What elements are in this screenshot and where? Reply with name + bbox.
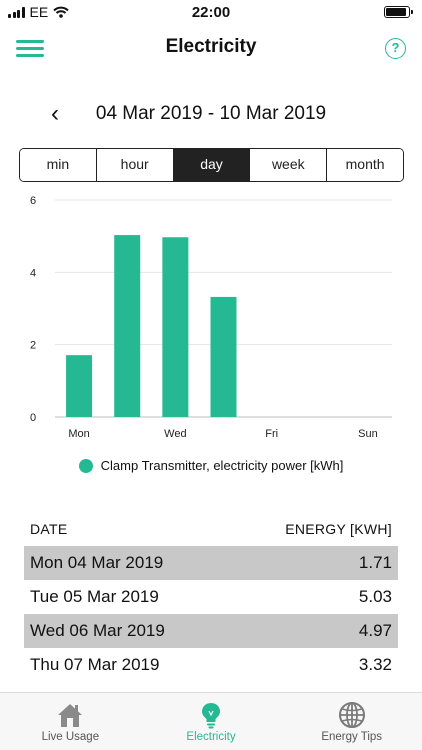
table-row[interactable]: Wed 06 Mar 2019 4.97	[24, 614, 398, 648]
y-tick-label: 0	[30, 412, 36, 424]
y-tick-label: 4	[30, 267, 36, 279]
y-tick-label: 2	[30, 340, 36, 352]
column-header-date: DATE	[30, 521, 68, 537]
date-navigation: ‹ 04 Mar 2019 - 10 Mar 2019	[0, 100, 422, 130]
help-icon[interactable]: ?	[385, 38, 406, 59]
row-energy: 5.03	[358, 587, 392, 606]
battery-icon	[384, 6, 413, 18]
battery-fill	[386, 8, 406, 16]
x-tick-label: Sun	[358, 428, 378, 440]
row-energy: 3.32	[358, 655, 392, 674]
energy-table: DATE ENERGY [KWH] Mon 04 Mar 2019 1.71 T…	[24, 512, 398, 682]
row-date: Tue 05 Mar 2019	[30, 587, 159, 606]
row-date: Thu 07 Mar 2019	[30, 655, 160, 674]
lightbulb-icon	[202, 703, 220, 729]
table-header: DATE ENERGY [KWH]	[24, 512, 398, 546]
tab-electricity[interactable]: Electricity	[141, 693, 282, 750]
row-date: Wed 06 Mar 2019	[30, 621, 165, 640]
resolution-segmented-control: min hour day week month	[19, 148, 404, 182]
x-tick-label: Mon	[68, 428, 89, 440]
energy-bar-chart: 0 2 4 6 Mon Wed Fri Sun	[0, 188, 422, 448]
battery-tip	[411, 10, 413, 14]
chart-legend: Clamp Transmitter, electricity power [kW…	[0, 458, 422, 473]
segment-month[interactable]: month	[327, 149, 403, 181]
tab-label: Energy Tips	[321, 731, 383, 743]
segment-min[interactable]: min	[20, 149, 97, 181]
date-range: 04 Mar 2019 - 10 Mar 2019	[95, 103, 327, 124]
chart-bar	[210, 296, 237, 417]
tab-label: Electricity	[186, 731, 236, 743]
x-tick-label: Fri	[265, 428, 278, 440]
column-header-energy: ENERGY [KWH]	[285, 521, 392, 537]
row-energy: 1.71	[358, 553, 392, 572]
page-title: Electricity	[165, 36, 257, 57]
globe-icon	[338, 702, 365, 728]
segment-day[interactable]: day	[173, 149, 251, 181]
nav-bar: Electricity ?	[0, 28, 422, 68]
tab-live-usage[interactable]: Live Usage	[0, 693, 141, 750]
legend-label: Clamp Transmitter, electricity power [kW…	[100, 458, 344, 473]
y-tick-label: 6	[30, 195, 36, 207]
status-time: 22:00	[191, 4, 231, 21]
tab-label: Live Usage	[41, 731, 100, 743]
x-tick-label: Wed	[164, 428, 186, 440]
row-energy: 4.97	[358, 621, 392, 640]
table-row[interactable]: Mon 04 Mar 2019 1.71	[24, 546, 398, 580]
chart-bar	[114, 235, 141, 417]
table-row[interactable]: Tue 05 Mar 2019 5.03	[24, 580, 398, 614]
segment-hour[interactable]: hour	[96, 149, 174, 181]
chart-bar	[162, 237, 189, 417]
chart-bar	[66, 355, 93, 417]
chart-svg: 0 2 4 6 Mon Wed Fri Sun	[30, 195, 392, 440]
status-bar: EE 22:00	[0, 0, 422, 24]
tab-energy-tips[interactable]: Energy Tips	[281, 693, 422, 750]
legend-swatch	[78, 458, 93, 473]
segment-week[interactable]: week	[250, 149, 328, 181]
house-icon	[58, 704, 83, 727]
table-row[interactable]: Thu 07 Mar 2019 3.32	[24, 648, 398, 682]
row-date: Mon 04 Mar 2019	[30, 553, 164, 572]
tab-bar: Live Usage Electricity Energy Tips	[0, 692, 422, 750]
